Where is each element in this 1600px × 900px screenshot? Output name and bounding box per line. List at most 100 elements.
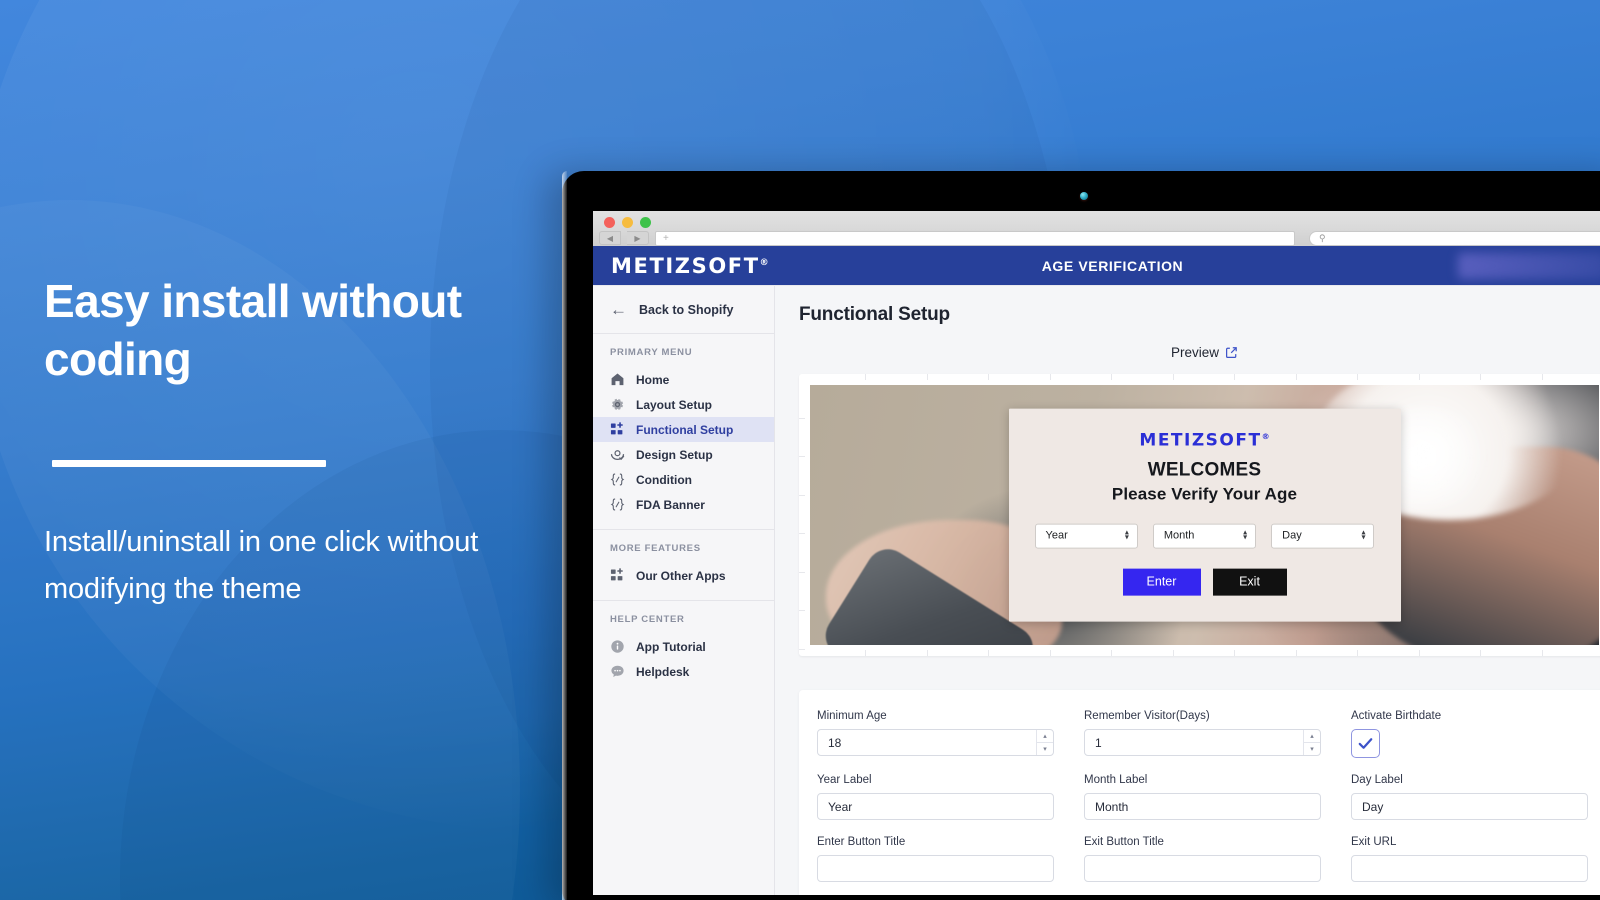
stepper-down-icon[interactable]: ▾: [1304, 743, 1320, 755]
sidebar-item-layout-setup[interactable]: Layout Setup: [593, 392, 774, 417]
sidebar-item-label: Functional Setup: [636, 422, 734, 437]
sidebar-item-label: Design Setup: [636, 447, 713, 462]
minimize-icon[interactable]: [622, 217, 633, 228]
form-row: Year Label Month Label Day Label: [817, 774, 1588, 820]
browser-toolbar: ◀ ▶ + ⚲: [593, 230, 1600, 246]
grid-plus-icon: [610, 422, 625, 437]
app-body: ← Back to Shopify PRIMARY MENU Home Layout…: [593, 286, 1600, 895]
sidebar-group-title: HELP CENTER: [610, 614, 685, 625]
sidebar-item-condition[interactable]: Condition: [593, 467, 774, 492]
search-icon: ⚲: [1319, 232, 1326, 243]
sidebar-item-label: Home: [636, 372, 670, 387]
year-label-input[interactable]: [817, 793, 1054, 820]
preview-label: Preview: [1170, 345, 1219, 360]
dob-select-year[interactable]: Year ▴ ▾: [1034, 523, 1138, 549]
field-label: Exit URL: [1351, 836, 1397, 848]
browser-search-input[interactable]: ⚲: [1309, 230, 1600, 246]
preview-background-photo: METIZSOFT® WELCOMES Please Verify Your A…: [810, 385, 1599, 645]
back-to-shopify-link[interactable]: ← Back to Shopify: [593, 286, 774, 334]
functional-settings-form: Minimum Age▴▾Remember Visitor(Days)▴▾Act…: [799, 690, 1600, 895]
field-label: Minimum Age: [817, 710, 887, 722]
back-icon[interactable]: ◀: [599, 231, 621, 245]
exit-url-input[interactable]: [1351, 855, 1588, 882]
modal-action-buttons: Enter Exit: [1035, 568, 1375, 596]
form-field: Day Label: [1351, 774, 1588, 820]
input-wrapper: [817, 855, 1054, 882]
info-icon: [610, 639, 625, 654]
field-label: Enter Button Title: [817, 836, 906, 848]
brand-logo: METIZSOFT®: [611, 254, 769, 278]
chat-icon: [610, 664, 625, 679]
day-label-input[interactable]: [1351, 793, 1588, 820]
sidebar-item-design-setup[interactable]: Design Setup: [593, 442, 774, 467]
address-bar[interactable]: +: [655, 230, 1295, 246]
check-icon: [1358, 738, 1373, 749]
enter-button[interactable]: Enter: [1122, 568, 1201, 596]
field-label: Activate Birthdate: [1351, 710, 1442, 722]
field-label: Year Label: [817, 774, 872, 786]
preview-border-top: [805, 374, 1600, 380]
sidebar-item-helpdesk[interactable]: Helpdesk: [593, 659, 774, 684]
main-content: Functional Setup Preview METIZSOFT® WELC…: [775, 286, 1600, 895]
field-label: Day Label: [1351, 774, 1403, 786]
enter-button-title-input[interactable]: [817, 855, 1054, 882]
form-field: Exit URL: [1351, 836, 1588, 882]
stepper-up-icon[interactable]: ▴: [1304, 730, 1320, 743]
sidebar-item-label: FDA Banner: [636, 497, 705, 512]
modal-brand-text: METIZSOFT: [1139, 430, 1262, 451]
stepper-up-icon[interactable]: ▴: [1037, 730, 1053, 743]
home-icon: [610, 372, 625, 387]
code-braces-icon: [610, 497, 625, 512]
activate-birthdate-checkbox[interactable]: [1351, 729, 1380, 758]
form-field: Minimum Age ▴▾: [817, 710, 1054, 758]
promo-divider: [52, 459, 326, 467]
sidebar-group: HELP CENTER App Tutorial Helpdesk: [593, 601, 774, 696]
header-action-button[interactable]: [1458, 253, 1600, 279]
exit-button[interactable]: Exit: [1212, 568, 1287, 596]
number-stepper[interactable]: ▴ ▾: [1303, 730, 1320, 755]
modal-dob-selects: Year ▴ ▾ Month ▴ ▾ Day ▴ ▾: [1034, 523, 1375, 549]
arrow-left-icon: ←: [610, 300, 627, 319]
form-field: Enter Button Title: [817, 836, 1054, 882]
sidebar-item-fda-banner[interactable]: FDA Banner: [593, 492, 774, 517]
exit-button-title-input[interactable]: [1084, 855, 1321, 882]
preview-link[interactable]: Preview: [1171, 345, 1238, 360]
preview-row: Preview: [799, 344, 1600, 362]
number-stepper[interactable]: ▴ ▾: [1036, 730, 1053, 755]
forward-icon[interactable]: ▶: [627, 231, 649, 245]
dob-select-month[interactable]: Month ▴ ▾: [1152, 523, 1257, 549]
input-wrapper: [1351, 793, 1588, 820]
dob-select-value: Year: [1045, 529, 1068, 542]
registered-mark: ®: [759, 257, 769, 268]
sidebar-item-our-other-apps[interactable]: Our Other Apps: [593, 563, 774, 588]
form-field: Year Label: [817, 774, 1054, 820]
input-wrapper: [1084, 855, 1321, 882]
sidebar-item-app-tutorial[interactable]: App Tutorial: [593, 634, 774, 659]
field-label: Remember Visitor(Days): [1084, 710, 1210, 722]
sidebar-item-label: App Tutorial: [636, 639, 706, 654]
window-controls: [604, 217, 651, 228]
sidebar: ← Back to Shopify PRIMARY MENU Home Layout…: [593, 286, 775, 895]
form-row: Minimum Age▴▾Remember Visitor(Days)▴▾Act…: [817, 710, 1588, 758]
promo-subcopy: Install/uninstall in one click without m…: [44, 525, 479, 605]
field-label: Month Label: [1084, 774, 1148, 786]
minimum-age-input[interactable]: [817, 729, 1054, 756]
code-braces-icon: [610, 472, 625, 487]
sidebar-item-label: Our Other Apps: [636, 568, 726, 583]
preview-border-bottom: [805, 650, 1600, 656]
sidebar-item-functional-setup[interactable]: Functional Setup: [593, 417, 774, 442]
close-icon[interactable]: [604, 217, 615, 228]
form-field: Activate Birthdate: [1351, 710, 1588, 758]
input-wrapper: ▴▾: [1084, 729, 1321, 756]
preview-border-left: [799, 380, 805, 651]
dob-select-day[interactable]: Day ▴ ▾: [1271, 523, 1375, 549]
input-wrapper: ▴▾: [817, 729, 1054, 756]
remember-visitor-days-input[interactable]: [1084, 729, 1321, 756]
sidebar-group-title: MORE FEATURES: [610, 543, 701, 554]
stepper-down-icon[interactable]: ▾: [1037, 743, 1053, 755]
age-verification-modal: METIZSOFT® WELCOMES Please Verify Your A…: [1008, 408, 1401, 622]
month-label-input[interactable]: [1084, 793, 1321, 820]
maximize-icon[interactable]: [640, 217, 651, 228]
page-title: Functional Setup: [799, 304, 950, 325]
sidebar-item-home[interactable]: Home: [593, 367, 774, 392]
